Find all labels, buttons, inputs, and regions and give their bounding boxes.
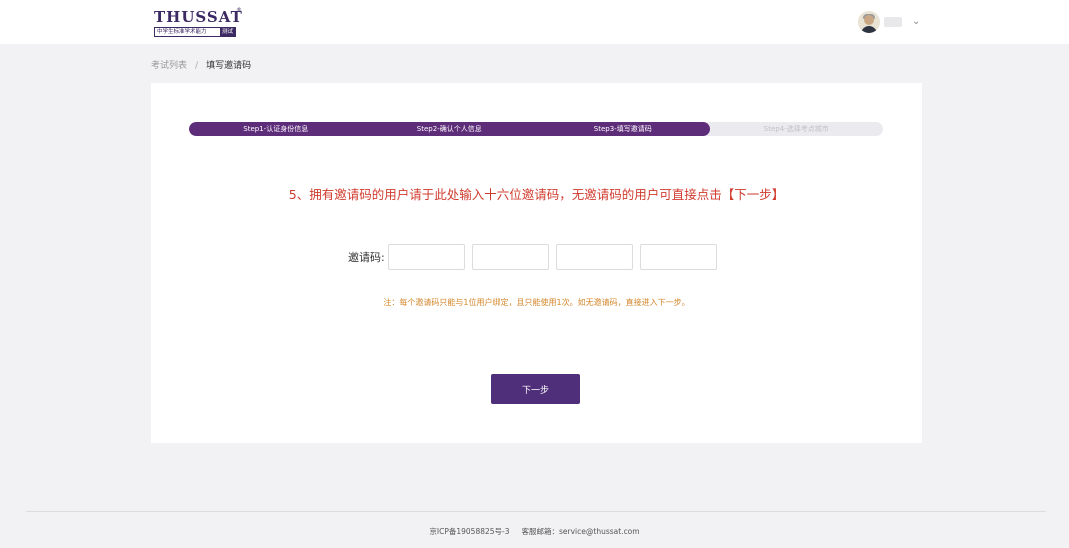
step-1: Step1-认证身份信息 [243, 125, 309, 133]
step-progress-bar: Step1-认证身份信息 Step2-确认个人信息 Step3-填写邀请码 St… [189, 122, 883, 136]
username-redacted [884, 17, 902, 27]
invite-code-field-3[interactable] [556, 244, 633, 270]
step-3: Step3-填写邀请码 [593, 125, 652, 133]
footer-service-email[interactable]: 客服邮箱：service@thussat.com [522, 527, 640, 536]
footer: 京ICP备19058825号-3 客服邮箱：service@thussat.com [0, 526, 1069, 537]
logo-subtitle-text: 中学生标准学术能力 [157, 29, 207, 35]
breadcrumb-exam-list[interactable]: 考试列表 [151, 61, 187, 71]
step-4: Step4-选择考点城市 [763, 125, 829, 133]
top-header: THUSSAT ® 中学生标准学术能力 测试 ⌄ [0, 0, 1069, 44]
registered-mark: ® [236, 7, 242, 14]
invite-code-row: 邀请码: [348, 244, 724, 270]
invite-code-card: Step1-认证身份信息 Step2-确认个人信息 Step3-填写邀请码 St… [151, 83, 922, 443]
footer-icp[interactable]: 京ICP备19058825号-3 [429, 527, 509, 536]
chevron-down-icon[interactable]: ⌄ [912, 17, 920, 27]
invite-code-field-1[interactable] [388, 244, 465, 270]
step-2: Step2-确认个人信息 [416, 125, 482, 133]
next-step-button[interactable]: 下一步 [491, 374, 580, 404]
logo-wordmark: THUSSAT [154, 8, 243, 26]
invite-code-note: 注：每个邀请码只能与1位用户绑定，且只能使用1次。如无邀请码，直接进入下一步。 [383, 298, 690, 307]
breadcrumb-separator: / [195, 61, 199, 71]
logo-subtitle-tag: 测试 [219, 28, 235, 36]
user-menu[interactable]: ⌄ [858, 11, 924, 33]
breadcrumb: 考试列表 / 填写邀请码 [151, 58, 251, 71]
thussat-logo[interactable]: THUSSAT ® 中学生标准学术能力 测试 [154, 7, 244, 39]
user-avatar-icon[interactable] [858, 11, 880, 33]
footer-divider [26, 511, 1046, 512]
logo-subtitle: 中学生标准学术能力 测试 [154, 27, 236, 37]
invite-code-label: 邀请码: [348, 251, 385, 264]
breadcrumb-current: 填写邀请码 [206, 61, 252, 71]
invite-code-field-4[interactable] [640, 244, 717, 270]
invite-instruction: 5、拥有邀请码的用户请于此处输入十六位邀请码，无邀请码的用户可直接点击【下一步】 [288, 187, 785, 202]
invite-code-field-2[interactable] [472, 244, 549, 270]
